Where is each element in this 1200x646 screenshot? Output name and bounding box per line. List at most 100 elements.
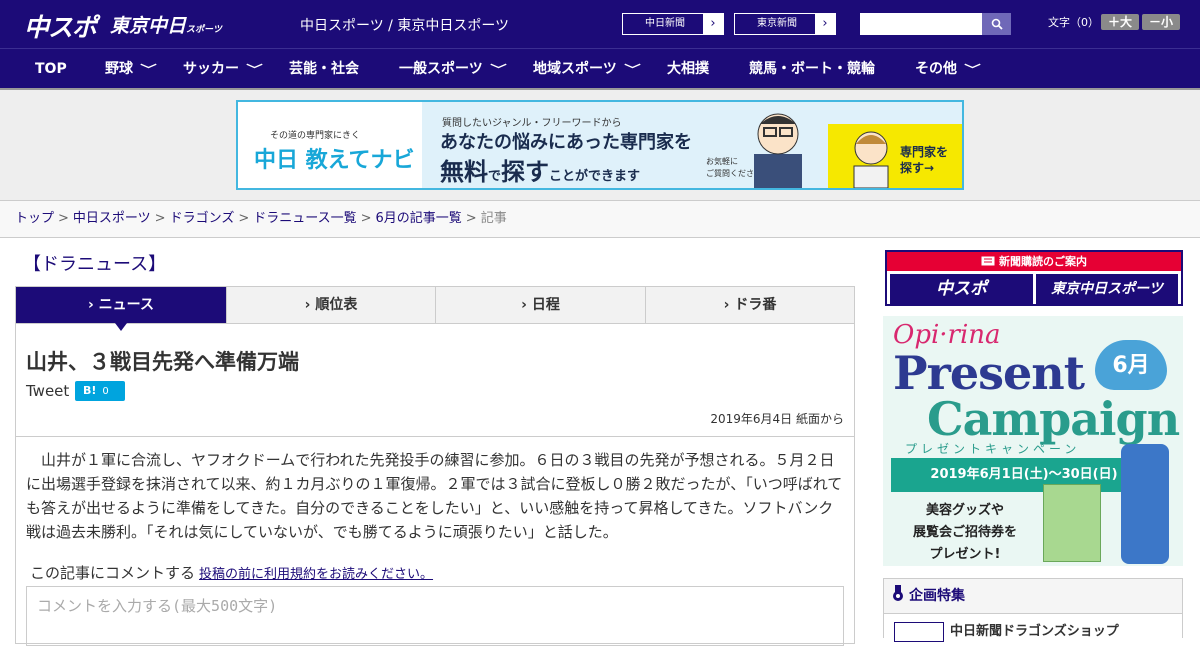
breadcrumb-dragons[interactable]: ドラゴンズ xyxy=(170,211,235,226)
article-divider xyxy=(16,436,854,437)
newspaper-icon xyxy=(981,256,995,266)
nav-item-top[interactable]: TOP xyxy=(35,49,67,89)
tab-standings[interactable]: › 順位表 xyxy=(227,287,436,323)
subscribe-tokyo-chunichi[interactable]: 東京中日スポーツ xyxy=(1036,274,1178,304)
breadcrumb-sep: > xyxy=(58,211,69,226)
tab-dora-ban[interactable]: › ドラ番 xyxy=(646,287,854,323)
chevron-down-icon: ﹀ xyxy=(489,63,507,76)
site-title: 中日スポーツ / 東京中日スポーツ xyxy=(300,18,510,34)
nav-item-racing[interactable]: 競馬・ボート・競輪 xyxy=(749,49,875,89)
nav-item-baseball[interactable]: 野球 ﹀ xyxy=(105,49,157,89)
banner-line1: 質問したいジャンル・フリーワードから xyxy=(442,118,622,129)
chevron-right-icon: › xyxy=(703,14,723,34)
ad-kana: プレゼントキャンペーン xyxy=(905,442,1081,456)
search-input[interactable] xyxy=(860,13,1011,35)
breadcrumb-sep: > xyxy=(465,211,477,226)
businessman-illustration xyxy=(754,113,802,188)
font-larger-button[interactable]: ＋大 xyxy=(1101,14,1139,30)
banner-free: 無料 xyxy=(440,158,488,186)
subscribe-box: 新聞購読のご案内 中スポ 東京中日スポーツ xyxy=(885,250,1183,306)
banner-de: で xyxy=(488,169,502,184)
chuspo-logo[interactable]: 中スポ xyxy=(24,8,97,44)
article-headline: 山井、３戦目先発へ準備万端 xyxy=(26,350,299,374)
tokyo-shimbun-link[interactable]: 東京新聞 › xyxy=(734,13,836,35)
search-icon xyxy=(991,18,1003,30)
tab-bar: › ニュース › 順位表 › 日程 › ドラ番 xyxy=(15,286,855,331)
main-nav: TOP 野球 ﹀ サッカー ﹀ 芸能・社会 一般スポーツ ﹀ 地域スポーツ ﹀ 大相撲 … xyxy=(0,48,1200,88)
banner-cta[interactable]: 専門家を探す→ xyxy=(828,124,962,188)
nav-label: 一般スポーツ xyxy=(399,61,483,77)
feature-item[interactable]: 中日新聞ドラゴンズショップ xyxy=(884,613,1182,643)
nav-item-general-sports[interactable]: 一般スポーツ ﹀ xyxy=(399,49,507,89)
banner-search: 探す xyxy=(501,158,550,186)
ad-prize-text: 美容グッズや 展覧会ご招待券を プレゼント! xyxy=(913,500,1017,566)
breadcrumb-june-list[interactable]: 6月の記事一覧 xyxy=(376,211,462,226)
terms-link[interactable]: 投稿の前に利用規約をお読みください。 xyxy=(199,567,433,582)
breadcrumb-chuspo[interactable]: 中日スポーツ xyxy=(73,211,151,226)
medal-icon xyxy=(893,585,903,601)
search-button[interactable] xyxy=(982,13,1011,35)
nav-label: 大相撲 xyxy=(667,61,709,77)
nav-item-soccer[interactable]: サッカー ﹀ xyxy=(183,49,263,89)
tweet-button[interactable]: Tweet xyxy=(26,382,69,400)
tab-schedule[interactable]: › 日程 xyxy=(436,287,646,323)
dragons-shop-icon xyxy=(894,622,944,642)
nav-label: 地域スポーツ xyxy=(533,61,617,77)
banner-logo: 中日 教えてナビ xyxy=(254,148,415,173)
banner-logo-panel: その道の専門家にきく 中日 教えてナビ xyxy=(238,102,422,188)
feature-header: 企画特集 xyxy=(892,585,965,605)
tab-news[interactable]: › ニュース xyxy=(16,287,227,331)
chevron-right-icon: › xyxy=(815,14,835,34)
feature-box: 企画特集 中日新聞ドラゴンズショップ xyxy=(883,578,1183,643)
nav-label: その他 xyxy=(915,61,957,77)
chunichi-shimbun-link[interactable]: 中日新聞 › xyxy=(622,13,724,35)
breadcrumb-sep: > xyxy=(238,211,250,226)
nav-label: 競馬・ボート・競輪 xyxy=(749,61,875,77)
nav-label: TOP xyxy=(35,61,67,77)
banner-cta1: 専門家を xyxy=(900,145,949,159)
tokyo-chunichi-logo[interactable]: 東京中日スポーツ xyxy=(110,11,222,38)
breadcrumb-top[interactable]: トップ xyxy=(15,211,54,226)
nav-item-entertainment[interactable]: 芸能・社会 xyxy=(289,49,359,89)
breadcrumb-sep: > xyxy=(154,211,166,226)
nav-item-sumo[interactable]: 大相撲 xyxy=(667,49,709,89)
article-body: 山井が１軍に合流し、ヤフオクドームで行われた先発投手の練習に参加。６日の３戦目の… xyxy=(26,451,843,541)
banner-cta-text: 専門家を探す→ xyxy=(900,144,948,176)
subscribe-header-text: 新聞購読のご案内 xyxy=(999,255,1087,268)
banner-cta2: 探す→ xyxy=(900,161,935,175)
ad-text2: 展覧会ご招待券を xyxy=(913,525,1018,540)
banner-line3: 無料で探すことができます xyxy=(440,152,640,187)
subscribe-chuspo[interactable]: 中スポ xyxy=(890,274,1033,304)
feature-header-text: 企画特集 xyxy=(909,588,965,604)
person-thinking-illustration xyxy=(853,131,889,188)
hatena-bookmark-button[interactable]: B! 0 xyxy=(75,381,125,401)
ad-campaign-text: Campaign xyxy=(927,392,1180,446)
banner-line2: あなたの悩みにあった専門家を xyxy=(440,132,692,153)
comment-section-label: この記事にコメントする 投稿の前に利用規約をお読みください。 xyxy=(30,562,433,583)
chevron-down-icon: ﹀ xyxy=(964,63,981,76)
font-smaller-button[interactable]: －小 xyxy=(1142,14,1180,30)
tokyo-shimbun-label: 東京新聞 xyxy=(757,18,797,29)
breadcrumb-news-list[interactable]: ドラニュース一覧 xyxy=(253,211,356,226)
article: 山井、３戦目先発へ準備万端 Tweet B! 0 2019年6月4日 紙面から 山… xyxy=(15,324,855,646)
article-date: 2019年6月4日 紙面から xyxy=(710,412,844,426)
nav-label: 野球 xyxy=(105,61,133,77)
nav-item-other[interactable]: その他 ﹀ xyxy=(915,49,981,89)
comment-input[interactable]: コメントを入力する(最大500文字) xyxy=(26,586,844,646)
subscribe-header: 新聞購読のご案内 xyxy=(887,252,1181,271)
ad-text1: 美容グッズや xyxy=(926,503,1005,518)
chevron-down-icon: ﹀ xyxy=(623,63,641,76)
opirina-ad[interactable]: Opi·rina 6月 Present Campaign プレゼントキャンペーン… xyxy=(883,316,1183,566)
ad-product-box xyxy=(1043,484,1101,562)
nav-item-local-sports[interactable]: 地域スポーツ ﹀ xyxy=(533,49,641,89)
banner-can: ことができます xyxy=(549,169,641,184)
ad-month-cloud: 6月 xyxy=(1095,340,1167,390)
banner-tagline: その道の専門家にきく xyxy=(270,131,361,141)
chunichi-shimbun-label: 中日新聞 xyxy=(645,18,685,29)
oshiete-navi-banner[interactable]: その道の専門家にきく 中日 教えてナビ 質問したいジャンル・フリーワードから あ… xyxy=(236,100,964,190)
breadcrumb-current: 記事 xyxy=(480,211,507,226)
ad-text3: プレゼント! xyxy=(929,547,1001,562)
nav-label: 芸能・社会 xyxy=(289,61,359,77)
ad-product-bottle xyxy=(1121,444,1169,564)
tokyo-chunichi-logo-text: 東京中日 xyxy=(110,15,187,37)
